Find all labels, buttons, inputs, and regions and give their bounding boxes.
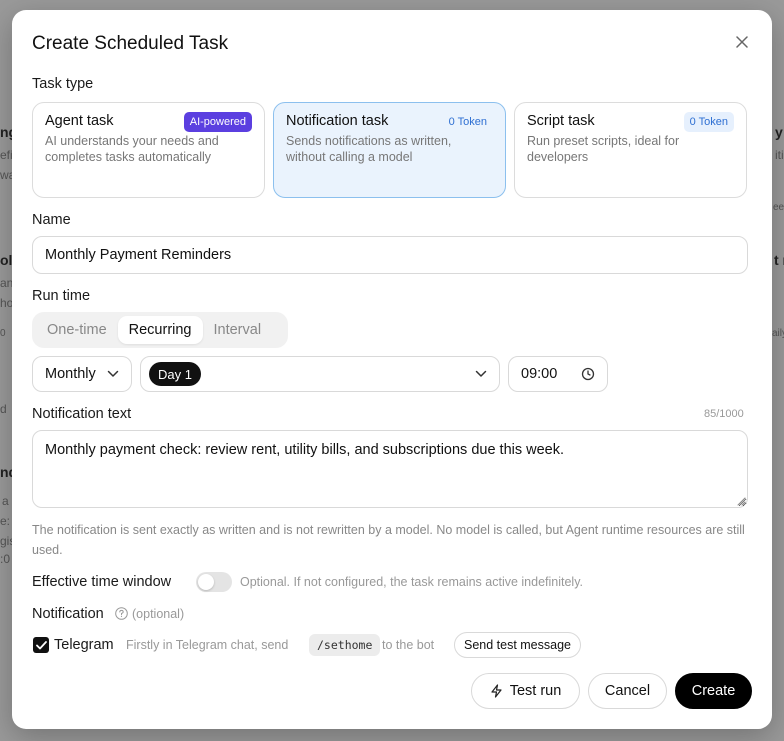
- chevron-down-icon: [107, 370, 119, 377]
- dialog-title: Create Scheduled Task: [32, 33, 229, 54]
- token-badge: 0 Token: [448, 116, 487, 128]
- effective-window-toggle[interactable]: [196, 572, 232, 592]
- send-test-message-button[interactable]: Send test message: [454, 632, 581, 658]
- run-time-mode-selector: One-time Recurring Interval: [32, 312, 288, 348]
- background-text: y: [775, 124, 783, 140]
- notification-text-label: Notification text: [32, 406, 132, 422]
- background-text: aily: [772, 328, 784, 339]
- effective-window-label: Effective time window: [32, 574, 172, 590]
- telegram-checkbox[interactable]: [33, 637, 49, 653]
- lightning-icon: [491, 684, 502, 698]
- card-description: AI understands your needs and completes …: [45, 134, 219, 164]
- sethome-command: /sethome: [309, 634, 381, 656]
- notification-helper-text: The notification is sent exactly as writ…: [32, 523, 745, 557]
- card-description: Run preset scripts, ideal for developers: [527, 134, 680, 164]
- checkmark-icon: [35, 640, 47, 649]
- ai-powered-badge: AI-powered: [183, 112, 252, 132]
- cancel-button[interactable]: Cancel: [588, 673, 667, 709]
- background-text: a: [2, 494, 9, 508]
- resize-handle-icon[interactable]: [736, 496, 746, 506]
- background-text: d: [0, 402, 7, 416]
- time-picker[interactable]: 09:00: [508, 356, 608, 392]
- background-text: 0: [0, 328, 6, 339]
- notification-text-input[interactable]: Monthly payment check: review rent, util…: [32, 430, 748, 508]
- mode-interval-tab[interactable]: Interval: [203, 316, 273, 344]
- telegram-label: Telegram: [54, 637, 114, 653]
- task-type-notification-card[interactable]: Notification task 0 Token Sends notifica…: [273, 102, 506, 198]
- token-badge: 0 Token: [683, 112, 734, 132]
- card-description: Sends notifications as written, without …: [286, 134, 452, 164]
- task-type-label: Task type: [32, 76, 94, 92]
- time-value: 09:00: [521, 366, 558, 382]
- clock-icon: [581, 367, 595, 381]
- task-type-agent-card[interactable]: Agent task AI-powered AI understands you…: [32, 102, 265, 198]
- help-icon[interactable]: [115, 607, 128, 620]
- background-text: t r: [774, 252, 784, 268]
- chevron-down-icon: [475, 370, 487, 377]
- background-text: efi: [0, 148, 13, 162]
- create-task-dialog: Create Scheduled Task Task type Agent ta…: [12, 10, 772, 729]
- notification-label: Notification: [32, 606, 104, 622]
- background-text: iti: [775, 148, 784, 162]
- telegram-instruction-suffix: to the bot: [382, 638, 435, 652]
- day-select[interactable]: Day 1: [140, 356, 500, 392]
- mode-recurring-tab[interactable]: Recurring: [117, 316, 203, 344]
- run-time-label: Run time: [32, 288, 91, 304]
- task-type-script-card[interactable]: Script task 0 Token Run preset scripts, …: [514, 102, 747, 198]
- effective-window-hint: Optional. If not configured, the task re…: [240, 575, 584, 589]
- mode-one-time-tab[interactable]: One-time: [36, 316, 118, 344]
- test-run-button[interactable]: Test run: [471, 673, 580, 709]
- frequency-value: Monthly: [45, 366, 96, 382]
- background-text: :0: [0, 552, 11, 566]
- character-counter: 85/1000: [704, 408, 744, 420]
- background-text: e:: [0, 514, 11, 528]
- telegram-instruction: Firstly in Telegram chat, send: [126, 638, 289, 652]
- close-button[interactable]: [732, 32, 752, 52]
- frequency-select[interactable]: Monthly: [32, 356, 132, 392]
- test-run-label: Test run: [509, 683, 562, 699]
- day-chip: Day 1: [149, 362, 201, 386]
- create-button[interactable]: Create: [675, 673, 752, 709]
- name-label: Name: [32, 212, 71, 228]
- optional-tag: (optional): [132, 607, 185, 621]
- background-text: eek: [773, 202, 784, 213]
- close-icon: [736, 36, 748, 48]
- toggle-knob: [198, 574, 214, 590]
- name-input[interactable]: [32, 236, 748, 274]
